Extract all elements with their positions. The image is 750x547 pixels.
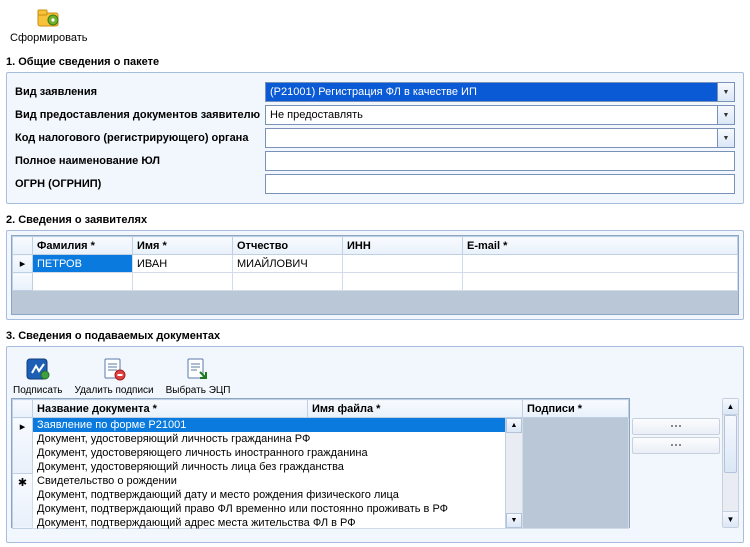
dropdown-option[interactable]: Свидетельство о рождении (33, 474, 505, 488)
documents-grid[interactable]: Название документа * Имя файла * Подписи… (12, 399, 629, 529)
table-row-empty[interactable] (13, 273, 738, 291)
sign-button[interactable]: Подписать (13, 355, 63, 396)
row-indicator-icon: ▸ (13, 255, 33, 273)
col-signatures[interactable]: Подписи * (523, 400, 629, 418)
panel-scrollbar[interactable]: ▲ ▼ (722, 398, 739, 528)
table-row[interactable]: ▸ Заявление по форме Р21001 Документ, уд… (13, 418, 629, 474)
row-indicator-icon: ▸ (13, 418, 33, 474)
col-patronymic[interactable]: Отчество (233, 237, 343, 255)
scroll-up-icon[interactable]: ▲ (723, 399, 738, 415)
sign-icon (23, 355, 53, 383)
chevron-down-icon[interactable]: ▼ (717, 83, 734, 101)
dropdown-option[interactable]: Документ, подтверждающий право ФЛ времен… (33, 502, 505, 516)
col-file-name[interactable]: Имя файла * (308, 400, 523, 418)
dropdown-option[interactable]: Документ, подтверждающий дату и место ро… (33, 488, 505, 502)
applicants-grid[interactable]: Фамилия * Имя * Отчество ИНН E-mail * ▸ … (12, 236, 738, 291)
col-firstname[interactable]: Имя * (133, 237, 233, 255)
dropdown-option[interactable]: Заявление по форме Р21001 (33, 418, 505, 432)
row-header-corner (13, 400, 33, 418)
scroll-down-icon[interactable]: ▼ (723, 511, 738, 527)
chevron-down-icon[interactable]: ▼ (717, 129, 734, 147)
section2-title: 2. Сведения о заявителях (6, 212, 744, 228)
signature-cell-button[interactable] (632, 418, 720, 435)
doc-provide-value: Не предоставлять (266, 106, 717, 124)
section3-title: 3. Сведения о подаваемых документах (6, 328, 744, 344)
row-header-corner (13, 237, 33, 255)
doc-provide-select[interactable]: Не предоставлять ▼ (265, 105, 735, 125)
app-type-select[interactable]: (Р21001) Регистрация ФЛ в качестве ИП ▼ (265, 82, 735, 102)
dropdown-option[interactable]: Документ, удостоверяющего личность иност… (33, 446, 505, 460)
cell-patronymic[interactable]: МИАЙЛОВИЧ (233, 255, 343, 273)
app-type-label: Вид заявления (15, 86, 265, 98)
new-row-icon: ✱ (13, 473, 33, 529)
cell-lastname[interactable]: ПЕТРОВ (33, 255, 133, 273)
full-name-label: Полное наименование ЮЛ (15, 155, 265, 167)
scroll-up-icon[interactable]: ▲ (506, 418, 522, 433)
remove-sign-button[interactable]: Удалить подписи (75, 355, 154, 396)
gear-folder-icon (35, 6, 63, 30)
tax-code-select[interactable]: ▼ (265, 128, 735, 148)
cell-inn[interactable] (343, 255, 463, 273)
full-name-input[interactable] (265, 151, 735, 171)
signature-cell-button[interactable] (632, 437, 720, 454)
dropdown-option[interactable]: Документ, подтверждающий адрес места жит… (33, 516, 505, 530)
choose-ecp-label: Выбрать ЭЦП (166, 385, 231, 396)
dropdown-scrollbar[interactable]: ▲ ▼ (505, 418, 522, 528)
cell-email[interactable] (463, 255, 738, 273)
table-row[interactable]: ▸ ПЕТРОВ ИВАН МИАЙЛОВИЧ (13, 255, 738, 273)
chevron-down-icon[interactable]: ▼ (717, 106, 734, 124)
ogrn-input[interactable] (265, 174, 735, 194)
choose-ecp-button[interactable]: Выбрать ЭЦП (166, 355, 231, 396)
col-inn[interactable]: ИНН (343, 237, 463, 255)
ellipsis-icon (667, 425, 685, 428)
doc-name-dropdown[interactable]: Заявление по форме Р21001 Документ, удос… (33, 418, 505, 528)
cell-firstname[interactable]: ИВАН (133, 255, 233, 273)
doc-provide-label: Вид предоставления документов заявителю (15, 109, 265, 121)
section1-title: 1. Общие сведения о пакете (6, 54, 744, 70)
ellipsis-icon (667, 444, 685, 447)
col-email[interactable]: E-mail * (463, 237, 738, 255)
sign-button-label: Подписать (13, 385, 63, 396)
dropdown-option[interactable]: Документ, удостоверяющий личность лица б… (33, 460, 505, 474)
scroll-down-icon[interactable]: ▼ (506, 513, 522, 528)
col-doc-name[interactable]: Название документа * (33, 400, 308, 418)
ogrn-label: ОГРН (ОГРНИП) (15, 178, 265, 190)
tax-code-label: Код налогового (регистрирующего) органа (15, 132, 265, 144)
app-type-value: (Р21001) Регистрация ФЛ в качестве ИП (266, 83, 717, 101)
choose-ecp-icon (183, 355, 213, 383)
col-lastname[interactable]: Фамилия * (33, 237, 133, 255)
form-button[interactable]: Сформировать (6, 4, 92, 46)
dropdown-option[interactable]: Документ, удостоверяющий личность гражда… (33, 432, 505, 446)
form-button-label: Сформировать (10, 32, 88, 44)
remove-sign-label: Удалить подписи (75, 385, 154, 396)
tax-code-value (266, 129, 717, 147)
scroll-thumb[interactable] (724, 415, 737, 473)
remove-sign-icon (99, 355, 129, 383)
